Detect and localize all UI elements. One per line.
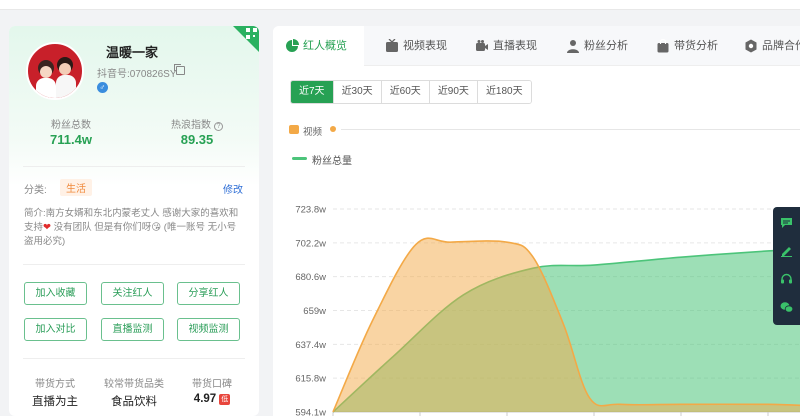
- video-marker-icon: [289, 125, 299, 134]
- divider: [23, 166, 245, 167]
- nickname: 温暖一家: [106, 45, 159, 60]
- range-7d-button[interactable]: 近7天: [291, 81, 334, 103]
- sales-category-value: 食品饮料: [111, 396, 157, 408]
- pie-chart-icon: [286, 39, 299, 52]
- y-tick-label: 702.2w: [295, 238, 326, 249]
- avatar: [26, 42, 84, 100]
- tab-video[interactable]: 视频表现: [373, 26, 461, 66]
- analysis-panel: 红人概览 视频表现 直播表现 粉丝分析 带货分析 品牌合作 近7天 近30天 近…: [273, 26, 800, 416]
- tab-label: 直播表现: [493, 40, 537, 52]
- bag-icon: [657, 39, 669, 53]
- douyin-id: 抖音号:070826SY: [97, 69, 177, 80]
- tab-label: 带货分析: [674, 40, 718, 52]
- range-60d-button[interactable]: 近60天: [381, 81, 430, 103]
- tab-overview[interactable]: 红人概览: [273, 26, 364, 66]
- y-tick-label: 594.1w: [295, 408, 326, 416]
- wechat-icon[interactable]: [780, 301, 793, 313]
- tab-label: 粉丝分析: [584, 40, 628, 52]
- category-tag: 生活: [60, 179, 92, 196]
- tab-brand[interactable]: 品牌合作: [732, 26, 800, 66]
- tab-label: 视频表现: [403, 40, 447, 52]
- copy-icon[interactable]: [174, 64, 185, 75]
- camera-icon: [476, 40, 488, 51]
- add-compare-button[interactable]: 加入对比: [24, 318, 87, 341]
- tv-icon: [386, 39, 398, 52]
- tab-sales[interactable]: 带货分析: [644, 26, 732, 66]
- reputation-score: 4.97: [193, 393, 217, 405]
- edit-category-link[interactable]: 修改: [223, 181, 243, 196]
- video-marker-label: 视频: [303, 127, 323, 138]
- sales-method-value: 直播为主: [32, 396, 78, 408]
- add-favorite-button[interactable]: 加入收藏: [24, 282, 87, 305]
- edit-icon[interactable]: [780, 245, 793, 257]
- qr-code-icon: [246, 28, 257, 39]
- top-bar: [0, 0, 800, 10]
- followers-value: 711.4w: [50, 132, 92, 147]
- reputation-badge: 低: [219, 394, 231, 405]
- brand-icon: [745, 39, 757, 53]
- influencer-card: 温暖一家 抖音号:070826SY ♂ 粉丝总数 711.4w 热浪指数? 89…: [9, 26, 259, 416]
- legend-fans-total[interactable]: 粉丝总量: [312, 152, 352, 167]
- range-90d-button[interactable]: 近90天: [429, 81, 478, 103]
- y-tick-label: 659w: [303, 306, 326, 317]
- fans-trend-chart: 723.8w 702.2w 680.6w 659w 637.4w 615.8w 594.1w…: [295, 205, 800, 416]
- sales-reputation-value: 4.97 低: [172, 393, 252, 405]
- category-label: 分类:: [24, 185, 47, 196]
- tab-label: 品牌合作: [762, 40, 800, 52]
- y-tick-label: 615.8w: [295, 374, 326, 385]
- followers-label: 粉丝总数: [51, 120, 91, 131]
- range-180d-button[interactable]: 近180天: [477, 81, 531, 103]
- follow-influencer-button[interactable]: 关注红人: [101, 282, 164, 305]
- tab-bar: 红人概览 视频表现 直播表现 粉丝分析 带货分析 品牌合作: [273, 26, 800, 66]
- heart-icon: ❤: [43, 222, 51, 233]
- video-monitor-button[interactable]: 视频监测: [177, 318, 240, 341]
- male-icon: ♂: [97, 82, 108, 93]
- tab-fans[interactable]: 粉丝分析: [554, 26, 642, 66]
- video-timeline: [341, 129, 800, 130]
- date-range-selector: 近7天 近30天 近60天 近90天 近180天: [290, 80, 532, 104]
- help-icon[interactable]: ?: [214, 122, 223, 131]
- y-tick-label: 680.6w: [295, 272, 326, 283]
- video-marker-dot[interactable]: [330, 126, 336, 132]
- y-tick-label: 723.8w: [295, 205, 326, 216]
- chat-icon[interactable]: [780, 217, 793, 229]
- divider: [23, 358, 245, 359]
- legend-swatch-fans: [292, 157, 307, 160]
- sales-category-label: 较常带货品类: [104, 379, 164, 390]
- headset-icon[interactable]: [780, 273, 793, 285]
- user-icon: [567, 40, 579, 53]
- range-30d-button[interactable]: 近30天: [333, 81, 382, 103]
- heat-index-value: 89.35: [180, 132, 214, 147]
- y-tick-label: 637.4w: [295, 340, 326, 351]
- live-monitor-button[interactable]: 直播监测: [101, 318, 164, 341]
- tab-live[interactable]: 直播表现: [463, 26, 551, 66]
- share-influencer-button[interactable]: 分享红人: [177, 282, 240, 305]
- heat-index-label-text: 热浪指数: [171, 120, 211, 131]
- floating-toolbar: [773, 207, 800, 325]
- divider: [23, 264, 245, 265]
- tab-label: 红人概览: [303, 40, 347, 52]
- sales-method-label: 带货方式: [35, 379, 75, 390]
- bio-text-2: 没有团队 但是有你们呀😘 (唯一账号 无小号 盗用必究): [24, 222, 237, 247]
- heat-index-label: 热浪指数?: [147, 116, 247, 131]
- bio: 简介:南方女婿和东北内蒙老丈人 感谢大家的喜欢和支持❤ 没有团队 但是有你们呀😘…: [24, 207, 246, 249]
- sales-reputation-label: 带货口碑: [192, 379, 232, 390]
